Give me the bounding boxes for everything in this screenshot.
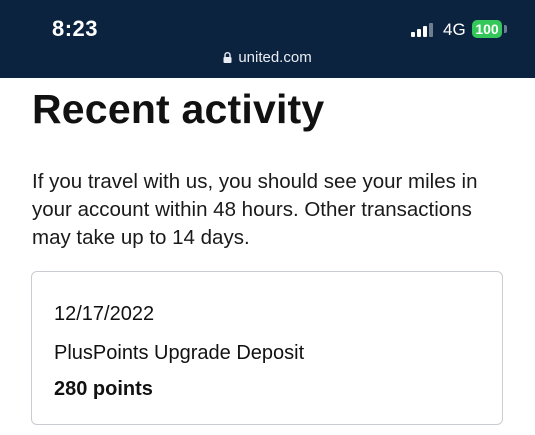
signal-bar-4 bbox=[429, 23, 433, 37]
activity-date: 12/17/2022 bbox=[54, 303, 155, 325]
intro-text: If you travel with us, you should see yo… bbox=[32, 170, 478, 249]
signal-bar-2 bbox=[417, 29, 421, 37]
battery-icon: 100 bbox=[472, 20, 502, 38]
lock-icon bbox=[223, 52, 232, 63]
page-title: Recent activity bbox=[32, 86, 325, 132]
activity-card: 12/17/2022 PlusPoints Upgrade Deposit 28… bbox=[31, 271, 503, 425]
url-text: united.com bbox=[238, 49, 312, 66]
activity-description: PlusPoints Upgrade Deposit bbox=[54, 342, 305, 364]
cellular-signal-icon bbox=[411, 23, 435, 37]
activity-points: 280 points bbox=[54, 378, 153, 400]
battery-terminal bbox=[504, 25, 507, 33]
status-time: 8:23 bbox=[52, 16, 99, 41]
signal-bar-3 bbox=[423, 26, 427, 37]
network-type: 4G bbox=[443, 20, 466, 39]
address-bar[interactable]: united.com bbox=[0, 49, 535, 66]
battery-level: 100 bbox=[475, 21, 499, 37]
status-bar: 8:23 4G 100 united.com bbox=[0, 0, 535, 78]
signal-bar-1 bbox=[411, 32, 415, 37]
